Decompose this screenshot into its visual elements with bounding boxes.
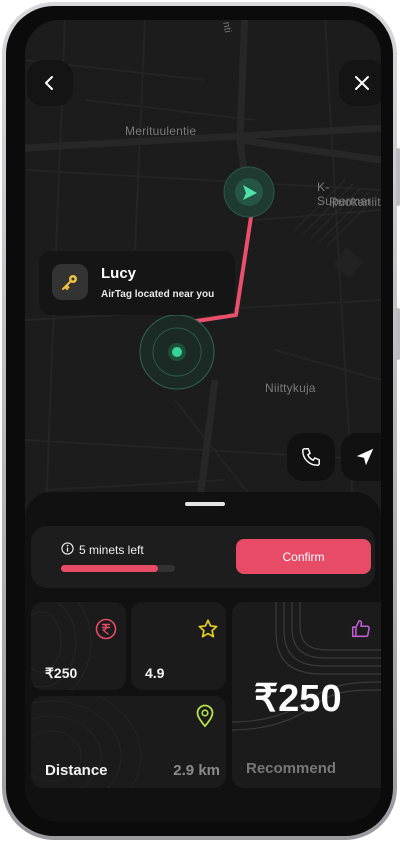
price-tile[interactable]: ₹250 — [31, 602, 126, 690]
phone-icon — [302, 448, 320, 466]
rating-value: 4.9 — [145, 665, 165, 681]
star-icon — [198, 619, 218, 638]
key-icon — [62, 275, 77, 290]
tracker-icon-box — [52, 264, 88, 300]
progress-bar — [61, 565, 175, 572]
confirm-button[interactable]: Confirm — [236, 539, 371, 574]
thumbs-up-icon — [351, 619, 370, 638]
navigation-arrow-icon — [356, 448, 374, 466]
price-value: ₹250 — [45, 665, 78, 681]
current-location-dot — [172, 347, 182, 357]
street-label: Ruokaniitt — [329, 195, 381, 209]
distance-label: Distance — [45, 762, 108, 779]
recommend-tile[interactable]: ₹250 Recommend — [232, 602, 381, 788]
bottom-sheet: 5 minets left Confirm ₹250 4.9 Distance … — [25, 492, 381, 822]
app-screen: Merituulentie K-Supermar Ruokaniitt Niit… — [25, 20, 381, 822]
navigate-button[interactable] — [341, 433, 381, 481]
power-button — [396, 308, 400, 360]
status-card: 5 minets left Confirm — [31, 526, 375, 588]
progress-fill — [61, 565, 158, 572]
rupee-circle-icon — [95, 618, 117, 640]
distance-tile[interactable]: Distance 2.9 km — [31, 696, 226, 788]
chevron-left-icon — [45, 76, 53, 90]
call-button[interactable] — [287, 433, 335, 481]
distance-value: 2.9 km — [173, 762, 220, 779]
recommend-price: ₹250 — [254, 678, 342, 720]
location-pin-icon — [196, 704, 214, 728]
tracker-subtitle: AirTag located near you — [101, 289, 215, 300]
time-left-text: 5 minets left — [79, 543, 144, 557]
tracker-name: Lucy — [101, 265, 137, 282]
recommend-label: Recommend — [246, 760, 337, 777]
tracker-info-card[interactable]: Lucy AirTag located near you — [39, 251, 235, 315]
street-label: nti — [220, 21, 233, 34]
close-icon — [355, 76, 369, 90]
street-label: Merituulentie — [125, 124, 197, 138]
street-label: Niittykuja — [265, 381, 316, 395]
back-button[interactable] — [27, 60, 73, 106]
info-icon — [61, 542, 74, 555]
sheet-drag-handle[interactable] — [185, 502, 225, 506]
close-button[interactable] — [339, 60, 381, 106]
rating-tile[interactable]: 4.9 — [131, 602, 226, 690]
volume-button — [396, 148, 400, 206]
